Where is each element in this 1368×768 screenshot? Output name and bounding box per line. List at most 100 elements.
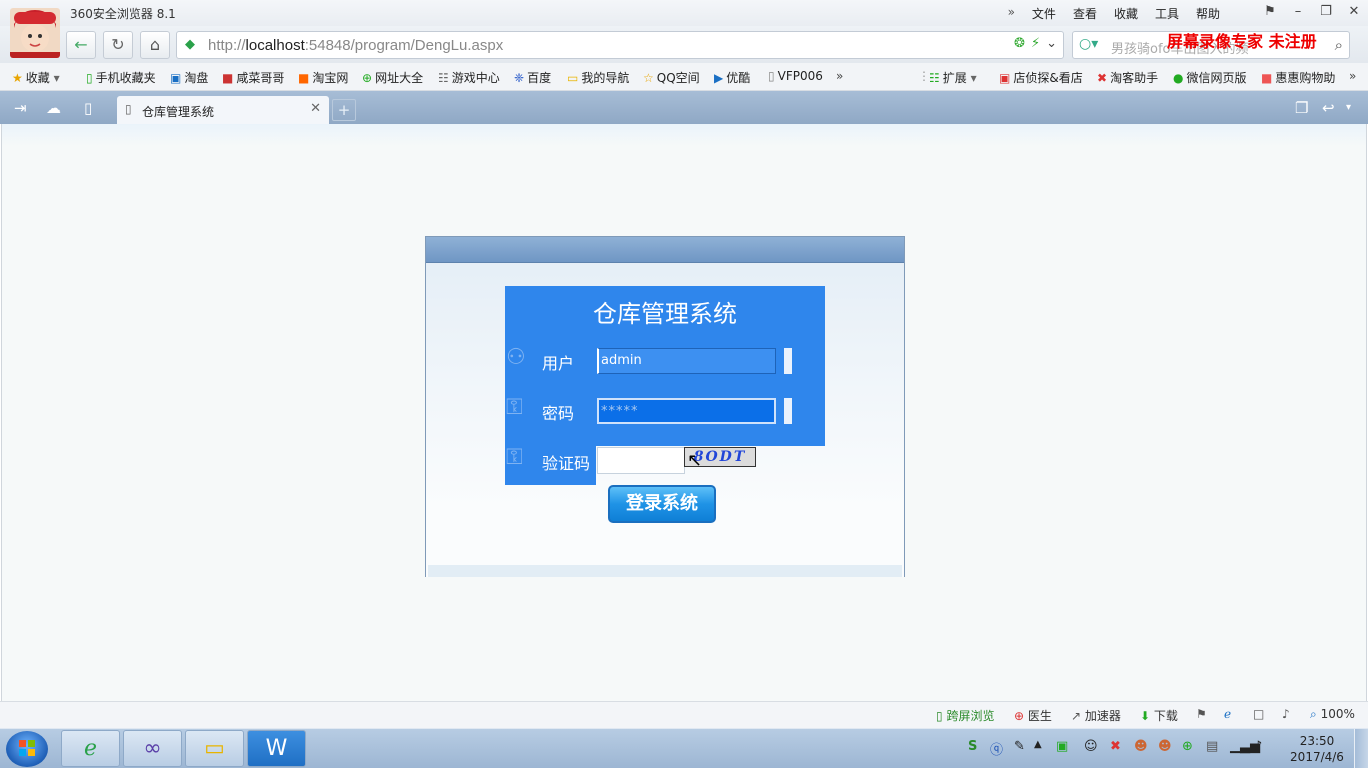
tray-tiger-icon[interactable]: ☻ xyxy=(1134,739,1148,754)
ie-icon[interactable]: ℯ xyxy=(1224,707,1231,721)
taskbar-wps[interactable]: W xyxy=(247,730,306,767)
restore-button[interactable]: ❐ xyxy=(1312,0,1340,24)
zoom-icon: ⌕ xyxy=(1310,707,1317,721)
medkit-icon: ⊕ xyxy=(1014,709,1025,723)
tray-device-icon[interactable]: ▤ xyxy=(1206,739,1218,754)
fav-item-huihui[interactable]: ■ 惠惠购物助 xyxy=(1261,69,1335,86)
fav-item-games[interactable]: ☷ 游戏中心 xyxy=(438,69,500,86)
fav-item-youku[interactable]: ▶ 优酷 xyxy=(714,69,750,86)
home-button[interactable]: ⌂ xyxy=(140,31,170,59)
taskbar-clock[interactable]: 23:50 2017/4/6 xyxy=(1284,733,1350,765)
window-controls: ⚑ – ❐ ✕ xyxy=(1256,0,1368,24)
tray-tiger2-icon[interactable]: ☻ xyxy=(1158,739,1172,754)
window-icon[interactable]: □ xyxy=(1253,707,1264,721)
fav-right-more-icon[interactable]: » xyxy=(1349,69,1356,83)
accelerator-button[interactable]: ↗ 加速器 xyxy=(1071,707,1121,724)
window-list-icon[interactable]: ❐ xyxy=(1295,99,1308,117)
fav-item-qzone[interactable]: ☆ QQ空间 xyxy=(643,69,700,86)
tray-mute-icon[interactable]: ✖ xyxy=(1110,739,1121,754)
folder-icon: ▭ xyxy=(567,71,579,85)
download-button[interactable]: ⬇ 下载 xyxy=(1140,707,1178,724)
tab-title: 仓库管理系统 xyxy=(142,105,215,119)
fav-item-dianzhentan[interactable]: ▣ 店侦探&看店 xyxy=(999,69,1083,86)
password-input-end xyxy=(784,398,792,424)
cloud-icon[interactable]: ☁ xyxy=(46,99,61,117)
skin-icon[interactable]: ⚑ xyxy=(1256,0,1284,24)
zoom-button[interactable]: ⌕ 100% xyxy=(1310,707,1355,722)
taskbar-visual-studio[interactable]: ∞ xyxy=(123,730,182,767)
tray-s-icon[interactable]: S xyxy=(968,739,977,754)
tray-plus-icon[interactable]: ⊕ xyxy=(1182,739,1193,754)
tab-active[interactable]: ▯ 仓库管理系统 ✕ xyxy=(117,96,329,124)
tray-expand-icon[interactable]: ▲ xyxy=(1034,739,1042,750)
tray-qq-icon[interactable]: ☺ xyxy=(1084,739,1098,754)
w-icon: W xyxy=(265,736,288,761)
username-input[interactable]: admin xyxy=(597,348,776,374)
menu-help[interactable]: 帮助 xyxy=(1196,5,1220,22)
search-icon[interactable]: ⌕ xyxy=(1335,36,1343,54)
menu-view[interactable]: 查看 xyxy=(1073,5,1097,22)
address-bar[interactable]: ◆ http://localhost:54848/program/DengLu.… xyxy=(176,31,1064,59)
fav-item-extensions[interactable]: ☷ 扩展 ▾ xyxy=(929,69,977,86)
refresh-button[interactable]: ↻ xyxy=(103,31,133,59)
fav-item-taoke[interactable]: ✖ 淘客助手 xyxy=(1097,69,1158,86)
lock-icon: ⚿ xyxy=(506,445,523,470)
undo-close-icon[interactable]: ↩ xyxy=(1322,99,1335,117)
star-icon: ★ xyxy=(12,71,23,85)
login-button[interactable]: 登录系统 xyxy=(608,485,716,523)
tray-pen-icon[interactable]: ✎ xyxy=(1014,739,1025,754)
username-input-end xyxy=(784,348,792,374)
menu-tools[interactable]: 工具 xyxy=(1155,5,1179,22)
dropdown-chevron-icon[interactable]: ⌄ xyxy=(1046,36,1057,51)
fav-item-xiancai[interactable]: ■ 咸菜哥哥 xyxy=(222,69,284,86)
fav-item-taopan[interactable]: ▣ 淘盘 xyxy=(170,69,208,86)
start-button[interactable] xyxy=(6,731,48,767)
fav-more-icon[interactable]: » xyxy=(836,69,843,83)
captcha-input[interactable] xyxy=(597,447,685,474)
sidebar-toggle-icon[interactable]: ⇥ xyxy=(14,99,27,117)
minimize-button[interactable]: – xyxy=(1284,0,1312,24)
fav-item-taobao[interactable]: ■ 淘宝网 xyxy=(298,69,348,86)
tray-volume-icon[interactable]: ♪ xyxy=(1254,739,1262,754)
close-button[interactable]: ✕ xyxy=(1340,0,1368,24)
fav-item-hao[interactable]: ⊕ 网址大全 xyxy=(362,69,423,86)
doctor-button[interactable]: ⊕ 医生 xyxy=(1014,707,1052,724)
show-desktop-button[interactable] xyxy=(1354,729,1368,768)
search-engine-icon[interactable]: ○▾ xyxy=(1079,36,1098,52)
undo-dropdown-icon[interactable]: ▾ xyxy=(1346,102,1351,113)
page-icon: ▯ xyxy=(125,102,132,116)
new-tab-button[interactable]: + xyxy=(332,99,356,121)
back-button[interactable]: ← xyxy=(66,31,96,59)
tray-help-icon[interactable]: ⓠ xyxy=(990,739,1003,758)
fav-item-mynav[interactable]: ▭ 我的导航 xyxy=(567,69,629,86)
fav-item-baidu[interactable]: ❈ 百度 xyxy=(514,69,551,86)
cross-screen-button[interactable]: ▯ 跨屏浏览 xyxy=(936,707,994,724)
recorder-watermark: 屏幕录像专家 未注册 xyxy=(1167,32,1317,51)
compat-mode-icon[interactable]: ❂ xyxy=(1014,36,1025,51)
menu-file[interactable]: 文件 xyxy=(1032,5,1056,22)
security-shield-icon: ◆ xyxy=(185,37,195,52)
taskbar-360browser[interactable]: ℯ xyxy=(61,730,120,767)
taskbar-explorer[interactable]: ▭ xyxy=(185,730,244,767)
volume-icon[interactable]: ♪ xyxy=(1282,707,1290,721)
lock-icon: ⚿ xyxy=(506,395,523,420)
fav-item-vfp006[interactable]: ▯ VFP006 xyxy=(768,69,823,83)
speed-mode-icon[interactable]: ⚡ xyxy=(1031,36,1040,51)
menu-more-icon[interactable]: » xyxy=(1008,5,1015,22)
address-url[interactable]: http://localhost:54848/program/DengLu.as… xyxy=(208,37,503,54)
title-bar: 360安全浏览器 8.1 » 文件 查看 收藏 工具 帮助 ⚑ – ❐ ✕ xyxy=(0,0,1368,26)
menu-favorites[interactable]: 收藏 xyxy=(1114,5,1138,22)
windows-logo-icon xyxy=(19,740,35,756)
password-input[interactable]: ***** xyxy=(597,398,776,424)
tab-close-icon[interactable]: ✕ xyxy=(310,101,321,116)
clock-date: 2017/4/6 xyxy=(1290,750,1344,764)
flag-icon[interactable]: ⚑ xyxy=(1196,707,1207,721)
page-top-band xyxy=(2,124,1366,146)
fav-item-mobile[interactable]: ▯ 手机收藏夹 xyxy=(86,69,156,86)
tray-flag-icon[interactable]: ▣ xyxy=(1056,739,1068,754)
fav-item-wechat[interactable]: ● 微信网页版 xyxy=(1173,69,1247,86)
user-avatar[interactable] xyxy=(10,8,60,58)
fav-item-collect[interactable]: ★ 收藏 ▾ xyxy=(12,69,60,86)
windows-taskbar: ℯ ∞ ▭ W S ⓠ ✎ ▲ ▣ ☺ ✖ ☻ ☻ ⊕ ▤ ▁▃▅ ♪ 23:5… xyxy=(0,728,1368,768)
mobile-icon[interactable]: ▯ xyxy=(84,99,92,117)
